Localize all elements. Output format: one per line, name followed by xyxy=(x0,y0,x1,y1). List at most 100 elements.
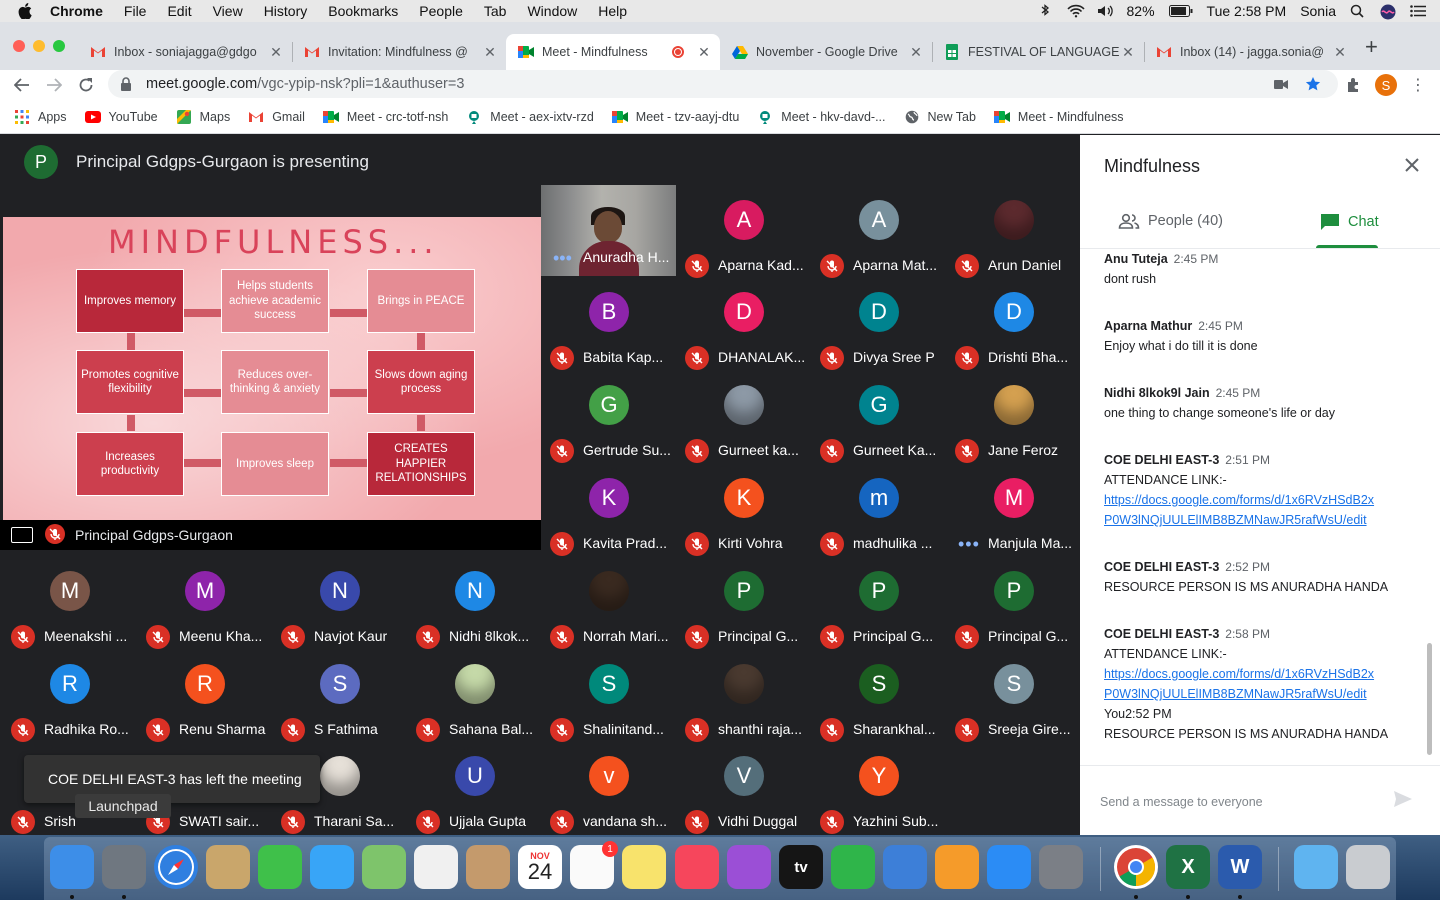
trash-icon[interactable] xyxy=(1346,845,1390,889)
reload-button[interactable] xyxy=(74,73,98,97)
menu-user[interactable]: Sonia xyxy=(1300,3,1336,19)
tab-people[interactable]: People (40) xyxy=(1118,213,1223,229)
send-icon[interactable] xyxy=(1393,790,1413,813)
participant-tile[interactable]: P Principal G... xyxy=(676,556,811,649)
chat-message-input[interactable]: Send a message to everyone xyxy=(1100,795,1263,809)
participant-tile[interactable]: B Babita Kap... xyxy=(541,277,676,370)
participant-tile[interactable]: R Renu Sharma xyxy=(137,649,272,742)
notes-icon[interactable] xyxy=(622,845,666,889)
forward-button[interactable] xyxy=(42,73,66,97)
presentation-slide[interactable]: MINDFULNESS... Improves memory Helps stu… xyxy=(3,217,541,520)
bookmark-maps[interactable]: Maps xyxy=(176,109,230,124)
participant-tile[interactable]: Jane Feroz xyxy=(946,370,1080,463)
bookmark-new-tab[interactable]: New Tab xyxy=(904,110,976,124)
participant-tile[interactable]: D DHANALAK... xyxy=(676,277,811,370)
participant-tile[interactable]: A Aparna Mat... xyxy=(811,185,946,278)
attendance-link[interactable]: P0W3lNQjUULElIMB8BZMNawJR5rafWsU/edit xyxy=(1104,687,1367,701)
bookmark-meet-hkv[interactable]: Meet - hkv-davd-... xyxy=(757,110,886,124)
tab-inbox-jagga-sonia[interactable]: Inbox (14) - jagga.sonia@ ✕ xyxy=(1144,34,1356,70)
bookmark-meet-tzv[interactable]: Meet - tzv-aayj-dtu xyxy=(611,110,739,124)
apple-menu-icon[interactable] xyxy=(18,3,36,19)
participant-tile-featured[interactable]: ••• Anuradha H... xyxy=(541,185,676,276)
bookmark-meet-aex[interactable]: Meet - aex-ixtv-rzd xyxy=(466,110,594,124)
menu-history[interactable]: History xyxy=(264,3,308,19)
pages-icon[interactable] xyxy=(935,845,979,889)
notification-center-icon[interactable] xyxy=(1410,4,1426,18)
chat-scrollbar[interactable] xyxy=(1427,643,1432,755)
menu-clock[interactable]: Tue 2:58 PM xyxy=(1207,3,1287,19)
participant-tile[interactable]: U Ujjala Gupta xyxy=(407,741,542,834)
system-preferences-icon[interactable] xyxy=(1039,845,1083,889)
reminders-icon[interactable]: 1 xyxy=(570,841,618,889)
contacts-icon[interactable] xyxy=(466,845,510,889)
bluetooth-icon[interactable] xyxy=(1037,4,1053,18)
tab-festival-of-language[interactable]: FESTIVAL OF LANGUAGE ✕ xyxy=(932,34,1144,70)
chat-composer[interactable]: Send a message to everyone xyxy=(1080,765,1440,835)
participant-tile[interactable]: A Aparna Kad... xyxy=(676,185,811,278)
excel-icon[interactable]: X xyxy=(1166,845,1210,889)
address-bar[interactable]: meet.google.com/vgc-ypip-nsk?pli=1&authu… xyxy=(108,70,1338,98)
participant-tile[interactable]: G Gurneet Ka... xyxy=(811,370,946,463)
bookmark-youtube[interactable]: YouTube xyxy=(84,110,158,124)
extensions-puzzle-icon[interactable] xyxy=(1343,74,1365,96)
bookmark-meet-mindfulness[interactable]: Meet - Mindfulness xyxy=(993,110,1124,124)
camera-in-use-icon[interactable] xyxy=(1274,78,1288,94)
participant-tile[interactable]: Sahana Bal... xyxy=(407,649,542,742)
facetime-icon[interactable] xyxy=(258,845,302,889)
participant-tile[interactable]: K Kavita Prad... xyxy=(541,463,676,556)
attendance-link[interactable]: P0W3lNQjUULElIMB8BZMNawJR5rafWsU/edit xyxy=(1104,513,1367,527)
safari-icon[interactable] xyxy=(154,845,198,889)
chat-message-list[interactable]: Anu Tuteja 2:45 PM dont rush Aparna Mathu… xyxy=(1104,249,1416,765)
participant-tile[interactable]: m madhulika ... xyxy=(811,463,946,556)
calendar-icon[interactable]: NOV 24 xyxy=(518,845,562,889)
tab-close-icon[interactable]: ✕ xyxy=(1120,44,1136,61)
participant-tile[interactable]: S S Fathima xyxy=(272,649,407,742)
participant-tile[interactable]: S Sharankhal... xyxy=(811,649,946,742)
music-icon[interactable] xyxy=(675,845,719,889)
participant-tile[interactable]: G Gertrude Su... xyxy=(541,370,676,463)
participant-tile[interactable]: Y Yazhini Sub... xyxy=(811,741,946,834)
tab-close-icon[interactable]: ✕ xyxy=(268,44,284,61)
numbers-icon[interactable] xyxy=(831,845,875,889)
menu-view[interactable]: View xyxy=(213,3,243,19)
photos-icon[interactable] xyxy=(414,845,458,889)
participant-tile[interactable]: shanthi raja... xyxy=(676,649,811,742)
participant-tile[interactable]: Norrah Mari... xyxy=(541,556,676,649)
profile-avatar[interactable]: S xyxy=(1375,74,1397,96)
battery-icon[interactable] xyxy=(1168,4,1193,18)
menu-bookmarks[interactable]: Bookmarks xyxy=(328,3,398,19)
finder-icon[interactable] xyxy=(50,845,94,889)
spotlight-search-icon[interactable] xyxy=(1350,4,1366,18)
participant-tile[interactable]: P Principal G... xyxy=(811,556,946,649)
tab-invitation-mindfulness[interactable]: Invitation: Mindfulness @ ✕ xyxy=(292,34,506,70)
apple-tv-icon[interactable]: tv xyxy=(779,845,823,889)
lock-icon[interactable] xyxy=(120,77,132,91)
participant-tile[interactable]: N Navjot Kaur xyxy=(272,556,407,649)
close-icon[interactable] xyxy=(1402,155,1422,175)
menu-edit[interactable]: Edit xyxy=(167,3,191,19)
attendance-link[interactable]: https://docs.google.com/forms/d/1x6RVzHS… xyxy=(1104,493,1374,507)
maps-icon[interactable] xyxy=(362,845,406,889)
messages-icon[interactable] xyxy=(310,845,354,889)
chrome-menu-icon[interactable]: ⋮ xyxy=(1407,74,1429,96)
participant-tile[interactable]: Gurneet ka... xyxy=(676,370,811,463)
podcasts-icon[interactable] xyxy=(727,845,771,889)
bookmark-meet-crc[interactable]: Meet - crc-totf-nsh xyxy=(322,110,448,124)
word-icon[interactable]: W xyxy=(1218,845,1262,889)
participant-tile[interactable]: P Principal G... xyxy=(946,556,1080,649)
participant-tile[interactable]: M ••• Manjula Ma... xyxy=(946,463,1080,556)
menu-file[interactable]: File xyxy=(124,3,147,19)
participant-tile[interactable]: Arun Daniel xyxy=(946,185,1080,278)
bookmark-star-icon[interactable] xyxy=(1305,76,1321,96)
menu-tab[interactable]: Tab xyxy=(484,3,507,19)
mail-stamp-icon[interactable] xyxy=(206,845,250,889)
bookmark-apps[interactable]: Apps xyxy=(14,109,67,124)
tab-meet-mindfulness[interactable]: Meet - Mindfulness ✕ xyxy=(506,34,720,70)
tab-close-icon[interactable]: ✕ xyxy=(696,44,712,61)
app-store-icon[interactable] xyxy=(987,845,1031,889)
tab-close-icon[interactable]: ✕ xyxy=(482,44,498,61)
tab-close-icon[interactable]: ✕ xyxy=(1332,44,1348,61)
attendance-link[interactable]: https://docs.google.com/forms/d/1x6RVzHS… xyxy=(1104,667,1374,681)
window-close-button[interactable] xyxy=(13,40,25,52)
tab-inbox-soniajagga[interactable]: Inbox - soniajagga@gdgo ✕ xyxy=(78,34,292,70)
